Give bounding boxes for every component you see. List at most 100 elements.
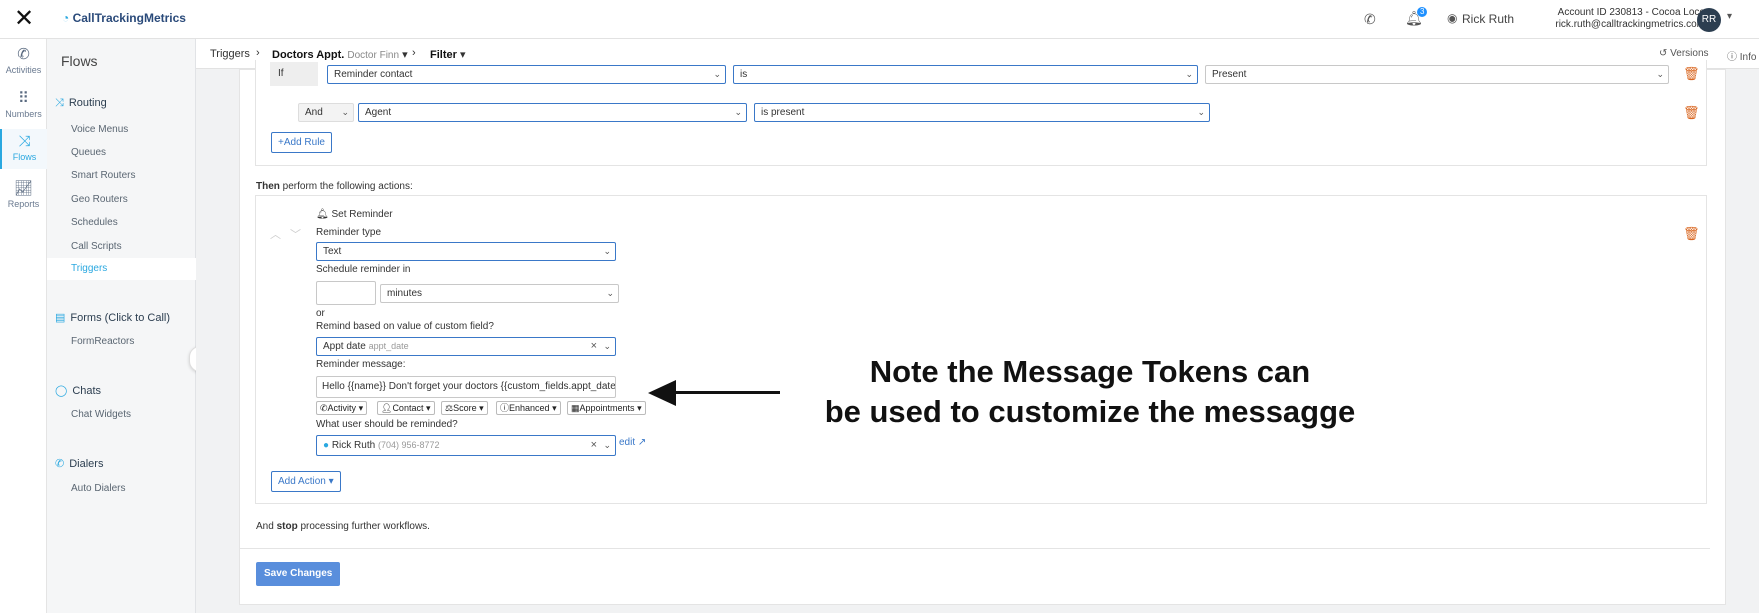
versions-link[interactable]: ↺ Versions (1659, 48, 1709, 59)
add-action-button[interactable]: Add Action ▾ (271, 471, 341, 492)
top-bar: ✕ ◔ CallTrackingMetrics ✆ 🔔︎ 3 ◉ Rick Ru… (0, 0, 1759, 39)
rule2-operator-select[interactable]: is present ⌄ (754, 103, 1210, 122)
chevron-right-icon: › (256, 47, 260, 59)
phone-icon: ✆ (17, 46, 30, 63)
move-up-icon[interactable]: ︿ (270, 226, 281, 242)
close-icon[interactable]: ✕ (14, 6, 34, 32)
sidebar-item-call-scripts[interactable]: Call Scripts (71, 241, 122, 252)
avatar[interactable]: RR (1697, 8, 1721, 32)
token-activity-button[interactable]: ✆Activity ▾ (316, 401, 368, 415)
external-link-icon: ↗ (637, 437, 647, 448)
caret-down-icon: ▾ (476, 403, 484, 413)
schedule-unit-select[interactable]: minutes ⌄ (380, 284, 619, 303)
stop-processing-text: And stop processing further workflows. (256, 521, 430, 532)
phone-icon: ✆ (320, 403, 328, 413)
clear-icon[interactable]: × (591, 338, 597, 355)
rule2-field-select[interactable]: Agent ⌄ (358, 103, 747, 122)
divider (240, 548, 1710, 549)
sidebar-item-auto-dialers[interactable]: Auto Dialers (71, 483, 125, 494)
rail-item-numbers[interactable]: ⠿ Numbers (0, 89, 47, 123)
sidebar-item-triggers[interactable]: Triggers (47, 258, 196, 280)
delete-rule1-trash-icon[interactable]: 🗑︎ (1683, 66, 1700, 82)
add-rule-button[interactable]: +Add Rule (271, 132, 332, 153)
notification-badge: 3 (1417, 7, 1428, 17)
chevron-down-icon: ⌄ (1185, 69, 1193, 79)
phone-icon[interactable]: ✆ (1364, 11, 1376, 28)
delete-action-trash-icon[interactable]: 🗑︎ (1683, 226, 1700, 242)
sidebar-item-smart-routers[interactable]: Smart Routers (71, 170, 135, 181)
chevron-down-icon: ⌄ (603, 440, 611, 450)
rule2-conjunction-select[interactable]: And ⌄ (298, 103, 354, 122)
token-score-button[interactable]: ⚖︎Score ▾ (441, 401, 488, 415)
schedule-amount-input[interactable] (316, 281, 376, 305)
chevron-down-icon: ⌄ (713, 69, 721, 79)
schedule-label: Schedule reminder in (316, 264, 411, 275)
chevron-down-icon: ⌄ (734, 107, 742, 117)
rule1-field-select[interactable]: Reminder contact ⌄ (327, 65, 726, 84)
brand-logo[interactable]: ◔ CallTrackingMetrics (62, 11, 186, 25)
sidebar-section-chats[interactable]: ◯ Chats (55, 384, 101, 397)
save-changes-button[interactable]: Save Changes (256, 562, 341, 586)
move-down-icon[interactable]: ﹀ (290, 226, 301, 242)
reminder-message-input[interactable]: Hello {{name}} Don't forget your doctors… (316, 376, 616, 398)
clear-icon[interactable]: × (591, 436, 597, 455)
sidebar-section-forms[interactable]: ▤ Forms (Click to Call) (55, 311, 170, 324)
rule1-value-select[interactable]: Present ⌄ (1205, 65, 1669, 84)
sidebar-title: Flows (61, 53, 98, 69)
token-contact-button[interactable]: 👤︎Contact ▾ (377, 401, 435, 415)
custom-field-select[interactable]: Appt date appt_date × ⌄ (316, 337, 616, 356)
reminder-type-select[interactable]: Text ⌄ (316, 242, 616, 261)
chevron-down-icon: ⌄ (341, 107, 349, 117)
sidebar-item-schedules[interactable]: Schedules (71, 217, 118, 228)
shuffle-icon: ⤨ (18, 133, 31, 150)
impersonated-user[interactable]: Rick Ruth (1462, 12, 1514, 26)
token-enhanced-button[interactable]: ⓘEnhanced ▾ (496, 401, 561, 415)
chart-icon: 📈︎ (13, 180, 34, 197)
caret-down-icon: ▾ (356, 403, 364, 413)
sidebar-item-geo-routers[interactable]: Geo Routers (71, 194, 128, 205)
or-label: or (316, 308, 325, 319)
chevron-down-icon[interactable]: ▾ (1727, 11, 1732, 22)
grid-icon: ⠿ (18, 90, 29, 107)
caret-down-icon: ▾ (423, 403, 431, 413)
user-label: What user should be reminded? (316, 419, 458, 430)
calendar-icon: ▦ (571, 403, 580, 413)
account-id: Account ID 230813 - Cocoa Loco (1557, 7, 1705, 18)
chevron-right-icon: › (412, 47, 416, 59)
sidebar-item-formreactors[interactable]: FormReactors (71, 336, 134, 347)
annotation-note: Note the Message Tokens can be used to c… (824, 354, 1356, 429)
breadcrumb-triggers[interactable]: Triggers (210, 48, 250, 60)
phone-icon: ✆ (55, 458, 65, 470)
account-info[interactable]: Account ID 230813 - Cocoa Loco rick.ruth… (1555, 7, 1705, 31)
info-icon: ⓘ (500, 403, 510, 413)
caret-down-icon: ▾ (634, 403, 642, 413)
caret-down-icon: ▾ (549, 403, 557, 413)
then-heading: Then perform the following actions: (256, 181, 413, 192)
action-title: 🔔︎ Set Reminder (316, 209, 393, 220)
chevron-down-icon: ⌄ (1197, 107, 1205, 117)
sidebar-section-dialers[interactable]: ✆ Dialers (55, 457, 103, 470)
chevron-down-icon: ⌄ (606, 288, 614, 298)
sidebar-item-voice-menus[interactable]: Voice Menus (71, 124, 128, 135)
sidebar-section-routing[interactable]: ⤨ Routing (55, 97, 107, 110)
token-appointments-button[interactable]: ▦Appointments ▾ (567, 401, 646, 415)
sidebar-item-queues[interactable]: Queues (71, 147, 106, 158)
shuffle-icon: ⤨ (55, 97, 64, 109)
chevron-down-icon: ⌄ (603, 246, 611, 256)
remind-user-select[interactable]: ● Rick Ruth (704) 956-8772 × ⌄ (316, 435, 616, 456)
sidebar-item-chat-widgets[interactable]: Chat Widgets (71, 409, 131, 420)
rail-item-flows[interactable]: ⤨ Flows (0, 129, 47, 169)
scale-icon: ⚖︎ (445, 403, 454, 413)
rail-item-activities[interactable]: ✆ Activities (0, 45, 47, 79)
rule1-operator-select[interactable]: is ⌄ (733, 65, 1198, 84)
edit-user-link[interactable]: edit ↗ (619, 437, 646, 448)
chevron-down-icon: ⌄ (603, 341, 611, 351)
info-link[interactable]: ⓘ Info (1727, 48, 1756, 63)
rail-item-reports[interactable]: 📈︎ Reports (0, 179, 47, 213)
if-label: If (270, 62, 318, 86)
eye-icon: ◉ (1447, 11, 1458, 25)
bell-icon: 🔔︎ (316, 209, 332, 220)
delete-rule2-trash-icon[interactable]: 🗑︎ (1683, 105, 1700, 121)
flows-sidebar: Flows ⤨ Routing Voice Menus Queues Smart … (47, 39, 196, 613)
reminder-type-label: Reminder type (316, 227, 382, 238)
